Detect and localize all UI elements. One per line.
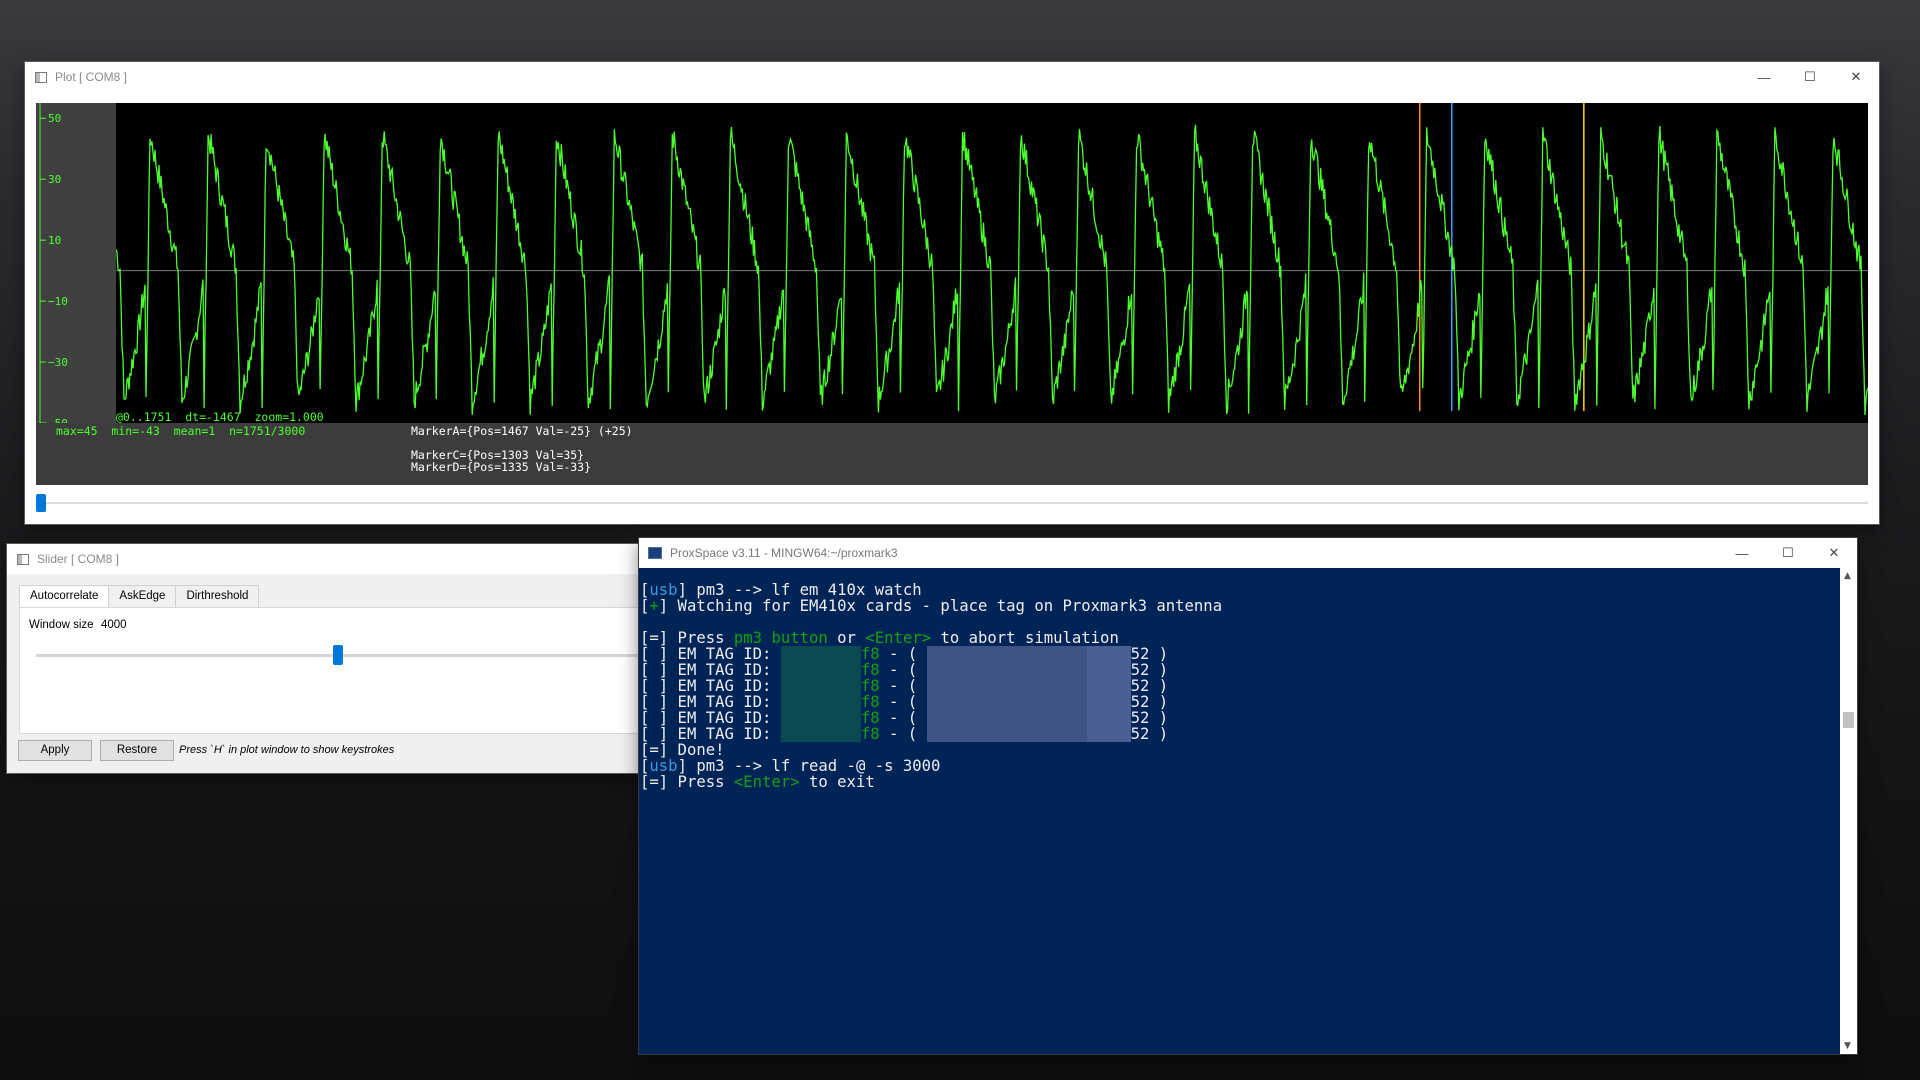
output-text: Watching for EM410x cards - place tag on… (668, 597, 1223, 615)
redacted-block (1086, 662, 1131, 678)
tab-dirthreshold[interactable]: Dirthreshold (175, 585, 260, 607)
marker-d-readout: MarkerD={Pos=1335 Val=-33} (411, 460, 592, 474)
window-app-icon (17, 553, 29, 565)
restore-button[interactable]: Restore (100, 740, 174, 761)
redacted-block (926, 678, 1087, 694)
plot-titlebar[interactable]: Plot [ COM8 ] — ☐ ✕ (25, 62, 1879, 92)
terminal-scroll-thumb[interactable] (1843, 712, 1854, 728)
terminal-scrollbar[interactable]: ▲ ▼ (1840, 568, 1857, 1054)
slider-tabs: Autocorrelate AskEdge Dirthreshold (19, 585, 260, 608)
terminal-line: [+] Watching for EM410x cards - place ta… (640, 597, 1223, 615)
plot-window-title: Plot [ COM8 ] (55, 70, 128, 84)
terminal-maximize-button[interactable]: ☐ (1765, 538, 1811, 568)
window-size-slider[interactable] (36, 645, 640, 665)
scroll-down-icon[interactable]: ▼ (1844, 1041, 1851, 1051)
status-tag: + (649, 597, 659, 615)
output-text: to exit (799, 773, 875, 791)
redacted-block (780, 662, 861, 678)
output-text: - ( (879, 725, 927, 743)
plot-window: Plot [ COM8 ] — ☐ ✕ 50 30 10 −10 −30 −50 @0..… (25, 62, 1879, 524)
plot-scroll-track[interactable] (36, 502, 1868, 504)
plot-scroll-thumb[interactable] (36, 494, 46, 512)
terminal-line: [=] Press pm3 button or <Enter> to abort… (640, 629, 1119, 647)
plot-stats-line: max=45 min=-43 mean=1 n=1751/3000 (56, 424, 306, 438)
redacted-block (1086, 694, 1131, 710)
redacted-block (1086, 726, 1131, 742)
tab-askedge[interactable]: AskEdge (108, 585, 177, 607)
tab-autocorrelate[interactable]: Autocorrelate (19, 585, 110, 608)
em-tag-line: [ ] EM TAG ID: f8 - ( 52 ) (640, 661, 1169, 679)
redacted-block (780, 726, 861, 742)
terminal-line: [usb] pm3 --> lf read -@ -s 3000 (640, 757, 941, 775)
terminal-line: [=] Press <Enter> to exit (640, 773, 875, 791)
signal-trace (115, 124, 1869, 416)
scroll-up-icon[interactable]: ▲ (1844, 571, 1851, 581)
redacted-block (926, 726, 1087, 742)
slider-window-title: Slider [ COM8 ] (37, 552, 120, 566)
slider-titlebar[interactable]: Slider [ COM8 ] (7, 544, 639, 574)
window-size-slider-thumb[interactable] (333, 645, 343, 665)
redacted-block (926, 710, 1087, 726)
redacted-block (926, 662, 1087, 678)
window-size-value: 4000 (101, 619, 127, 631)
redacted-block (1086, 678, 1131, 694)
window-size-label: Window size (29, 619, 94, 631)
redacted-block (780, 694, 861, 710)
y-axis-strip: 50 30 10 −10 −30 −50 (36, 103, 116, 430)
redacted-block (1086, 710, 1131, 726)
status-tag: = (649, 773, 659, 791)
terminal-window: ProxSpace v3.11 - MINGW64:~/proxmark3 — … (639, 538, 1857, 1054)
terminal-titlebar[interactable]: ProxSpace v3.11 - MINGW64:~/proxmark3 — … (639, 538, 1857, 568)
window-app-icon (35, 71, 47, 83)
em-tag-tail: 52 ) (1130, 725, 1169, 743)
y-tick-label: 10 (48, 234, 61, 247)
maximize-button[interactable]: ☐ (1787, 62, 1833, 92)
terminal-line: [=] Done! (640, 741, 725, 759)
terminal-line: [usb] pm3 --> lf em 410x watch (640, 581, 922, 599)
redacted-block (926, 694, 1087, 710)
y-tick-label: −10 (48, 295, 68, 308)
redacted-block (780, 710, 861, 726)
redacted-block (1086, 646, 1131, 662)
y-tick-label: 30 (48, 173, 61, 186)
output-highlight: <Enter> (733, 773, 800, 791)
apply-button[interactable]: Apply (18, 740, 92, 761)
terminal-window-title: ProxSpace v3.11 - MINGW64:~/proxmark3 (670, 546, 898, 560)
autocorrelate-panel: Window size 4000 (19, 607, 640, 734)
terminal-icon (648, 547, 662, 559)
plot-area[interactable]: 50 30 10 −10 −30 −50 @0..1751 dt=-1467 zoom=1… (36, 103, 1869, 485)
redacted-block (780, 678, 861, 694)
y-axis: 50 30 10 −10 −30 −50 (39, 103, 68, 430)
terminal-minimize-button[interactable]: — (1719, 538, 1765, 568)
plot-status-line: @0..1751 dt=-1467 zoom=1.000 (116, 410, 324, 424)
em-tag-id-fragment: f8 (860, 725, 880, 743)
em-tag-line: [ ] EM TAG ID: f8 - ( 52 ) (640, 725, 1169, 743)
y-tick-label: −50 (48, 417, 68, 423)
redacted-block (780, 646, 861, 662)
signal-graph[interactable] (115, 103, 1869, 423)
marker-a-readout: MarkerA={Pos=1467 Val=-25} (+25) (411, 424, 633, 438)
y-tick-label: 50 (48, 112, 61, 125)
output-text: Press (668, 773, 734, 791)
em-tag-line: [ ] EM TAG ID: f8 - ( 52 ) (640, 693, 1169, 711)
output-text: to abort simulation (931, 629, 1119, 647)
redacted-block (926, 646, 1087, 662)
output-text: or (827, 629, 866, 647)
minimize-button[interactable]: — (1741, 62, 1787, 92)
em-tag-line: [ ] EM TAG ID: f8 - ( 52 ) (640, 709, 1169, 727)
terminal-output[interactable]: [usb] pm3 --> lf em 410x watch [+] Watchi… (640, 582, 1222, 790)
em-tag-line: [ ] EM TAG ID: f8 - ( 52 ) (640, 645, 1169, 663)
terminal-close-button[interactable]: ✕ (1811, 538, 1857, 568)
em-tag-line: [ ] EM TAG ID: f8 - ( 52 ) (640, 677, 1169, 695)
signal-canvas[interactable] (115, 103, 1869, 423)
close-button[interactable]: ✕ (1833, 62, 1879, 92)
keystroke-hint: Press `H` in plot window to show keystro… (179, 744, 395, 756)
plot-scrollbar[interactable] (36, 494, 1868, 512)
y-tick-label: −30 (48, 356, 68, 369)
slider-window: Slider [ COM8 ] Autocorrelate AskEdge Di… (7, 544, 640, 773)
